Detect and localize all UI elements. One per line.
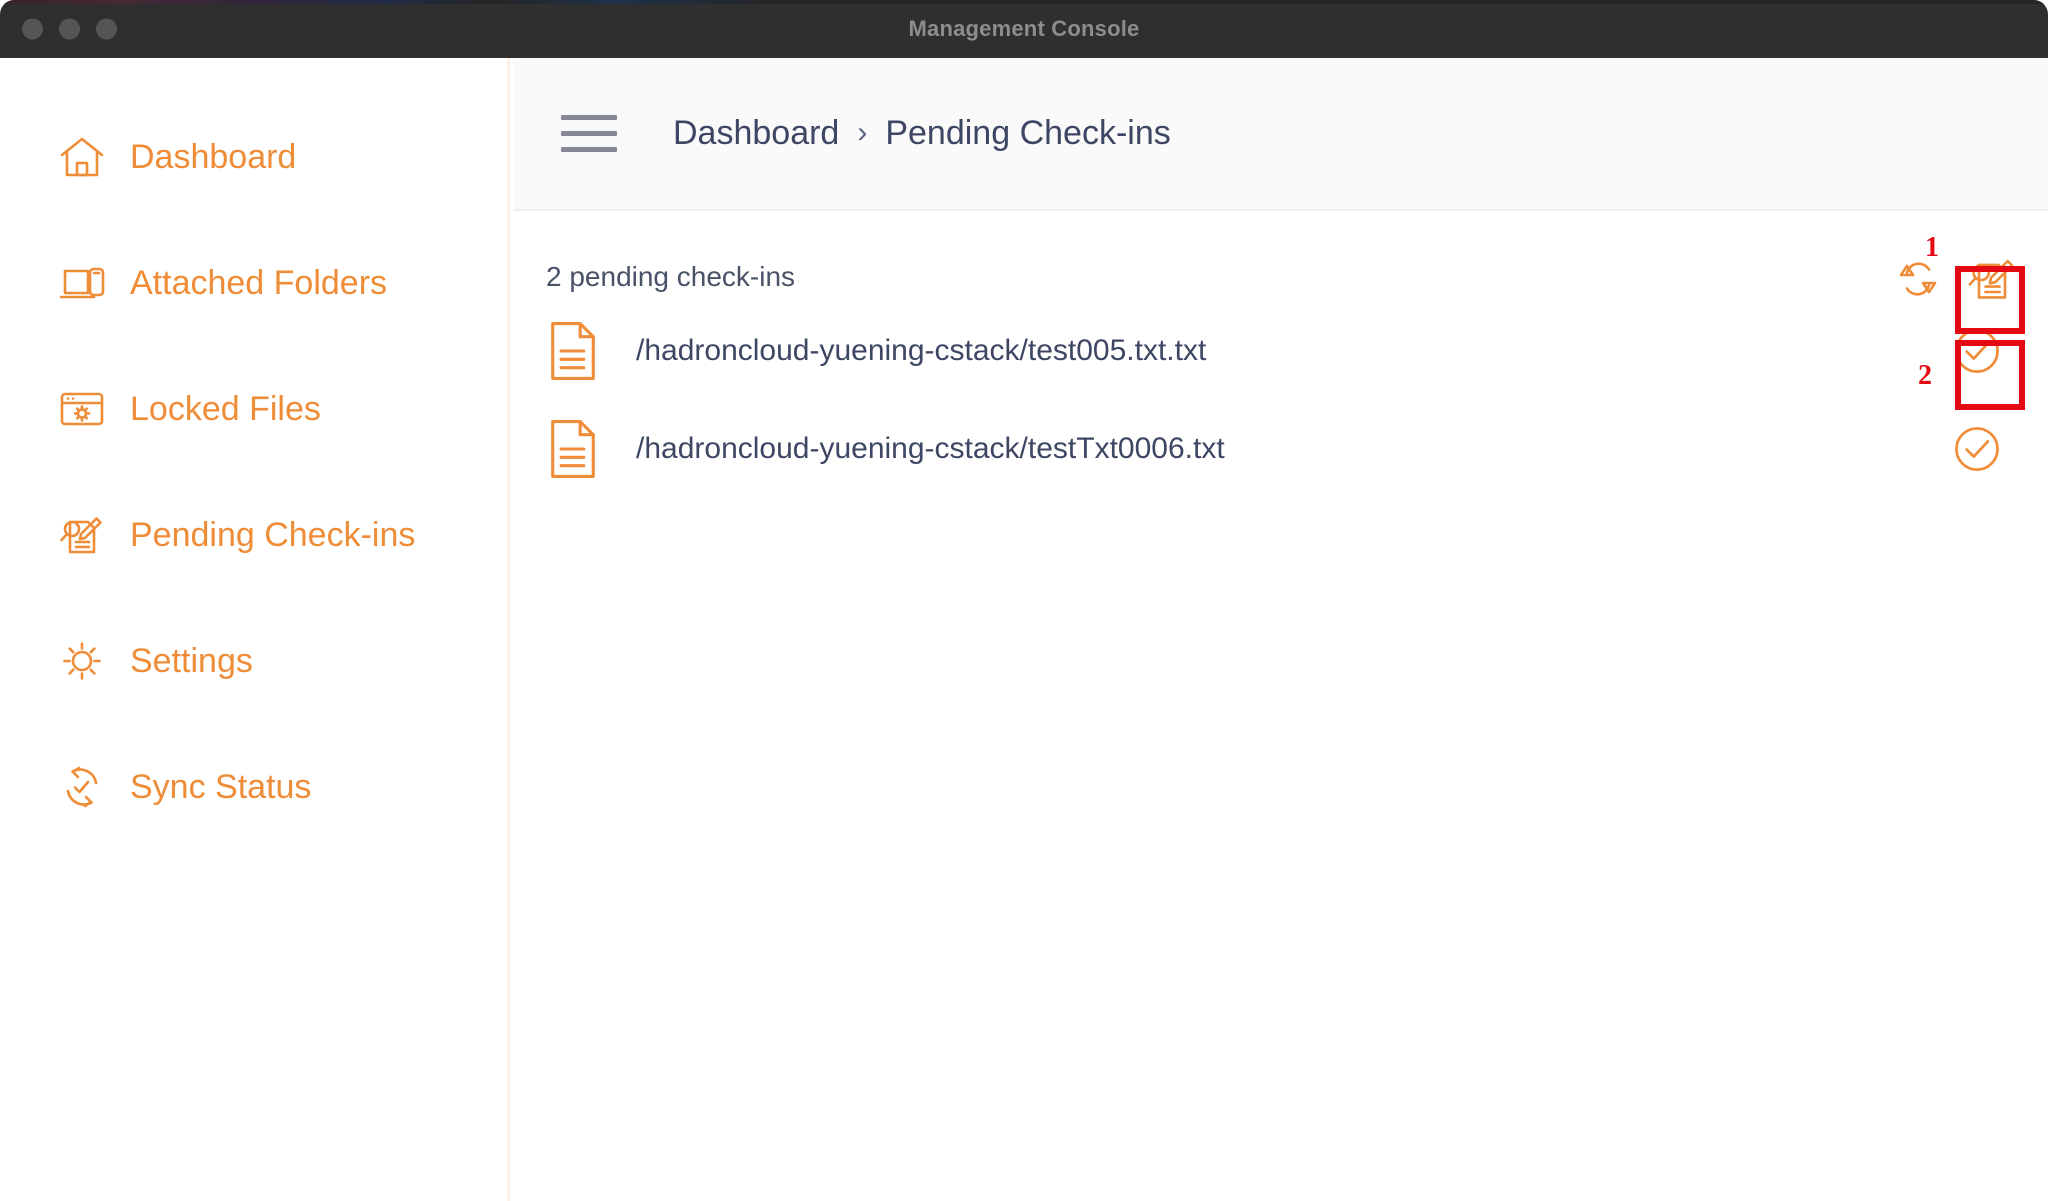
hamburger-line — [561, 131, 617, 136]
file-path-label: /hadroncloud-yuening-cstack/testTxt0006.… — [636, 432, 1225, 465]
laptop-phone-icon — [58, 259, 106, 307]
app-window: Management Console Dashboard Attached Fo… — [0, 0, 2048, 1201]
sync-check-icon — [58, 763, 106, 811]
gear-icon — [58, 637, 106, 685]
pending-check-ins-panel: 2 pending check-ins /hadroncloud-yuening… — [513, 211, 2048, 489]
sidebar-item-label: Settings — [130, 641, 253, 680]
main-content: Dashboard › Pending Check-ins 2 pending … — [513, 58, 2048, 1201]
sidebar-item-label: Pending Check-ins — [130, 515, 416, 554]
check-in-all-button[interactable] — [1966, 253, 2018, 305]
hamburger-line — [561, 147, 617, 152]
pending-count-label: 2 pending check-ins — [546, 261, 796, 292]
home-icon — [58, 133, 106, 181]
sidebar-item-locked-files[interactable]: Locked Files — [0, 378, 507, 440]
minimize-button[interactable] — [59, 18, 80, 40]
hamburger-icon[interactable] — [561, 115, 617, 152]
document-search-pen-icon — [1966, 253, 2018, 305]
sidebar-item-label: Dashboard — [130, 137, 297, 176]
app-body: Dashboard Attached Folders Locked Files … — [0, 58, 2048, 1201]
title-bar: Management Console — [0, 0, 2048, 58]
sidebar-item-label: Locked Files — [130, 389, 321, 428]
refresh-sync-icon — [1892, 253, 1944, 305]
refresh-button[interactable] — [1892, 253, 1944, 305]
text-file-icon — [546, 320, 600, 382]
file-list-item[interactable]: /hadroncloud-yuening-cstack/testTxt0006.… — [513, 409, 2048, 489]
close-button[interactable] — [22, 18, 43, 40]
sidebar-item-sync-status[interactable]: Sync Status — [0, 756, 507, 818]
hamburger-line — [561, 115, 617, 120]
breadcrumb-item-pending-check-ins: Pending Check-ins — [885, 114, 1171, 152]
window-title: Management Console — [908, 16, 1140, 41]
text-file-icon — [546, 418, 600, 480]
document-search-pen-icon — [58, 511, 106, 559]
sidebar: Dashboard Attached Folders Locked Files … — [0, 58, 510, 1201]
sidebar-item-pending-check-ins[interactable]: Pending Check-ins — [0, 504, 507, 566]
sidebar-item-attached-folders[interactable]: Attached Folders — [0, 252, 507, 314]
content-header: Dashboard › Pending Check-ins — [513, 58, 2048, 211]
chevron-right-icon: › — [857, 115, 868, 149]
file-list-item[interactable]: /hadroncloud-yuening-cstack/test005.txt.… — [513, 311, 2048, 391]
zoom-button[interactable] — [96, 18, 117, 40]
titlebar-color-fringe — [0, 0, 2048, 4]
window-controls[interactable] — [22, 18, 117, 40]
content-toolbar — [1892, 253, 2018, 305]
sidebar-item-label: Sync Status — [130, 767, 312, 806]
sidebar-item-dashboard[interactable]: Dashboard — [0, 126, 507, 188]
window-gear-icon — [58, 385, 106, 433]
sidebar-item-settings[interactable]: Settings — [0, 630, 507, 692]
check-in-button[interactable] — [1951, 325, 2003, 377]
file-path-label: /hadroncloud-yuening-cstack/test005.txt.… — [636, 334, 1207, 367]
breadcrumb: Dashboard › Pending Check-ins — [673, 114, 1171, 153]
check-in-button[interactable] — [1951, 423, 2003, 475]
sidebar-item-label: Attached Folders — [130, 263, 388, 302]
breadcrumb-item-dashboard[interactable]: Dashboard — [673, 114, 839, 153]
